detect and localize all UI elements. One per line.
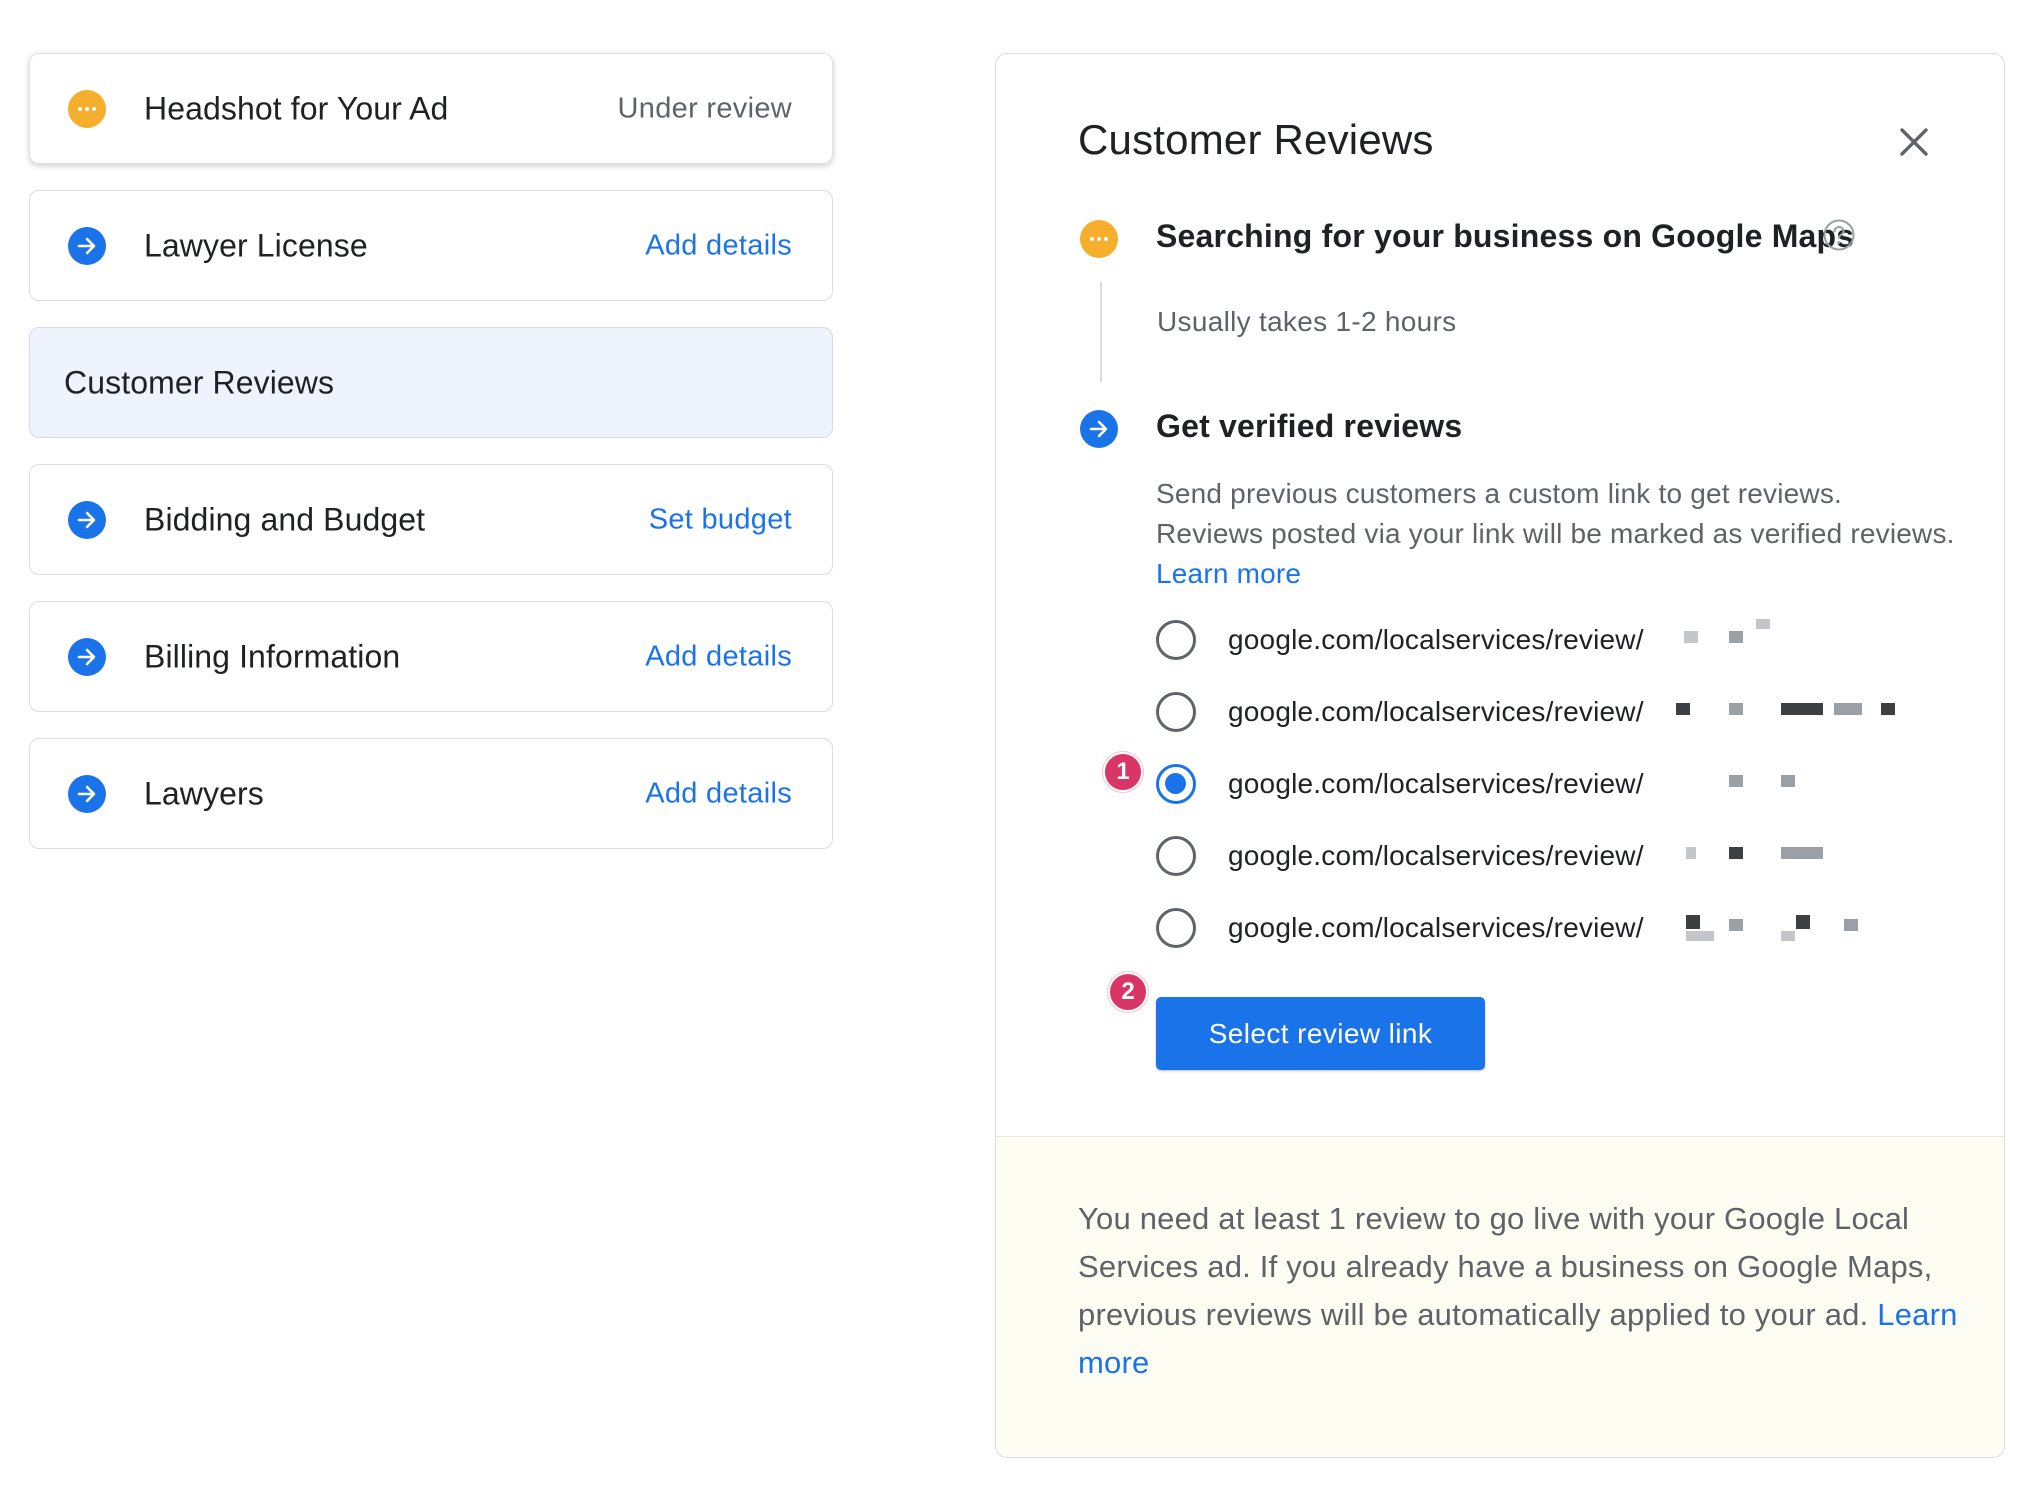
radio-button-selected[interactable] <box>1156 764 1196 804</box>
review-link-option[interactable]: google.com/localservices/review/ <box>1156 618 1644 662</box>
review-link-label: google.com/localservices/review/ <box>1228 912 1644 943</box>
close-icon[interactable] <box>1894 122 1934 162</box>
footer-message: You need at least 1 review to go live wi… <box>1078 1201 1933 1332</box>
review-link-option[interactable]: google.com/localservices/review/ <box>1156 906 1644 950</box>
step-card-lawyers[interactable]: Lawyers Add details <box>29 738 833 849</box>
help-outline-icon[interactable] <box>1822 218 1856 257</box>
step-card-title: Billing Information <box>144 638 401 674</box>
review-link-option[interactable]: google.com/localservices/review/ <box>1156 690 1644 734</box>
radio-button[interactable] <box>1156 836 1196 876</box>
step-card-lawyer-license[interactable]: Lawyer License Add details <box>29 190 833 301</box>
setup-steps-list: Headshot for Your Ad Under review Lawyer… <box>29 53 833 875</box>
review-link-option[interactable]: google.com/localservices/review/ <box>1156 834 1644 878</box>
description-line: Send previous customers a custom link to… <box>1156 478 1843 509</box>
description-line: Reviews posted via your link will be mar… <box>1156 518 1955 549</box>
step-card-title: Headshot for Your Ad <box>144 90 449 126</box>
step-card-customer-reviews[interactable]: Customer Reviews <box>29 327 833 438</box>
step-title-search-maps: Searching for your business on Google Ma… <box>1156 218 1855 254</box>
arrow-forward-icon <box>68 774 106 813</box>
step-description: Send previous customers a custom link to… <box>1156 474 1976 594</box>
select-review-link-button[interactable]: Select review link <box>1156 997 1485 1070</box>
step-card-title: Bidding and Budget <box>144 501 426 537</box>
arrow-forward-icon <box>68 226 106 265</box>
status-text: Under review <box>617 92 792 124</box>
step-card-headshot[interactable]: Headshot for Your Ad Under review <box>29 53 833 164</box>
review-link-option-selected[interactable]: google.com/localservices/review/ <box>1156 762 1644 806</box>
step-title-verified-reviews: Get verified reviews <box>1156 408 1463 444</box>
annotation-badge: 2 <box>1108 972 1148 1012</box>
step-card-title: Lawyers <box>144 775 264 811</box>
review-link-label: google.com/localservices/review/ <box>1228 768 1644 799</box>
step-card-bidding-budget[interactable]: Bidding and Budget Set budget <box>29 464 833 575</box>
footer-text: You need at least 1 review to go live wi… <box>1078 1195 1958 1387</box>
radio-button[interactable] <box>1156 620 1196 660</box>
review-link-label: google.com/localservices/review/ <box>1228 840 1644 871</box>
add-details-link[interactable]: Add details <box>645 229 792 262</box>
step-subtitle: Usually takes 1-2 hours <box>1157 306 1457 337</box>
step-card-billing-information[interactable]: Billing Information Add details <box>29 601 833 712</box>
review-link-label: google.com/localservices/review/ <box>1228 624 1644 655</box>
set-budget-link[interactable]: Set budget <box>649 503 792 536</box>
page: Headshot for Your Ad Under review Lawyer… <box>0 0 2026 1490</box>
pending-status-icon <box>1080 220 1118 258</box>
step-connector <box>1100 282 1102 382</box>
pending-status-icon <box>68 89 106 128</box>
add-details-link[interactable]: Add details <box>645 777 792 810</box>
radio-button[interactable] <box>1156 908 1196 948</box>
info-footer: You need at least 1 review to go live wi… <box>996 1136 2004 1457</box>
step-card-title: Lawyer License <box>144 227 368 263</box>
arrow-forward-icon <box>68 500 106 539</box>
radio-button[interactable] <box>1156 692 1196 732</box>
arrow-forward-icon <box>68 637 106 676</box>
add-details-link[interactable]: Add details <box>645 640 792 673</box>
review-link-label: google.com/localservices/review/ <box>1228 696 1644 727</box>
arrow-forward-icon <box>1080 410 1118 448</box>
customer-reviews-panel: Customer Reviews Searching for your busi… <box>995 53 2005 1458</box>
step-card-title: Customer Reviews <box>64 364 335 400</box>
panel-title: Customer Reviews <box>1078 116 1434 163</box>
learn-more-link[interactable]: Learn more <box>1156 554 1976 594</box>
annotation-badge: 1 <box>1103 752 1143 792</box>
